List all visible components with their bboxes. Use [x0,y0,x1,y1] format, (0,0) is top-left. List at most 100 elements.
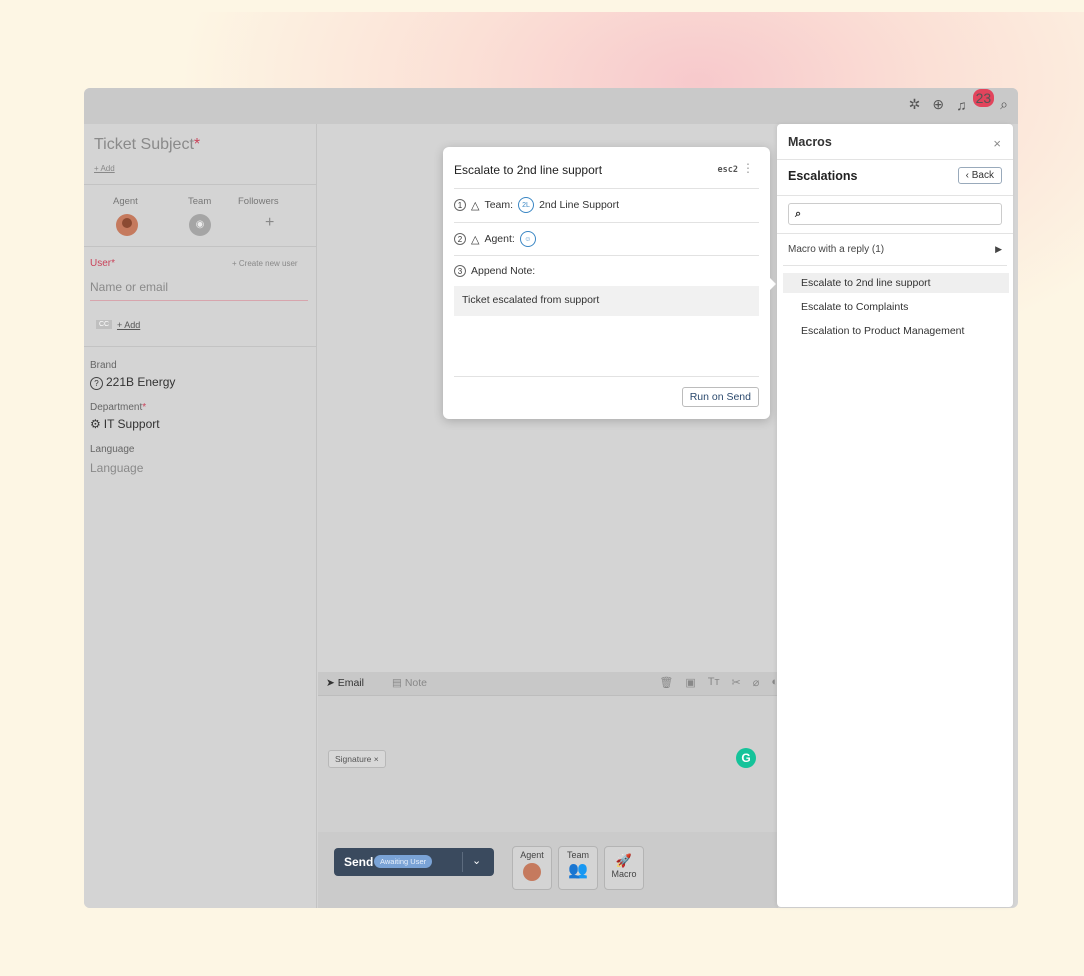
bell-icon[interactable]: ♫ 23 [956,88,995,113]
tab-email-label: Email [337,677,364,689]
close-icon[interactable]: × [993,136,1001,151]
section-title: Escalations [788,169,858,183]
agent-label: Agent [113,196,138,207]
rocket-icon: 🚀 [615,853,633,868]
language-label: Language [90,444,135,455]
team-label: Team [188,196,212,207]
divider [454,222,759,223]
note-icon: ▤ [392,677,405,689]
brand-name[interactable]: 221B Energy [106,375,175,389]
user-input-underline [90,300,308,301]
create-user-link[interactable]: + Create new user [232,259,298,268]
divider [84,184,317,185]
team-people-icon: 👥 [568,862,588,879]
add-follower-icon[interactable]: + [265,214,274,232]
agent-avatar[interactable] [116,214,138,236]
top-icons: ✲ ⊕ ♫ 23 ⌕ [909,88,1008,113]
step-number: 3 [454,265,466,277]
gear-icon: ⚙ [90,417,101,431]
run-on-send-button[interactable]: Run on Send [681,387,759,407]
chevron-down-icon[interactable]: ⌄ [472,854,481,867]
search-icon[interactable]: ⌕ [1000,96,1008,113]
notification-badge: 23 [972,88,995,107]
send-button[interactable]: Send Awaiting User ⌄ [334,848,494,876]
macro-step-note: 3 Append Note: [454,265,535,277]
macro-button[interactable]: 🚀 Macro [604,846,644,890]
department-value: ⚙ IT Support [90,417,160,431]
ticket-subject[interactable]: Ticket Subject* [94,136,200,154]
department-label: Department* [90,402,146,413]
trash-icon[interactable]: 🗑 [659,676,673,689]
department-label-text: Department [90,402,143,413]
macro-search-input[interactable]: ⌕ [788,203,1002,225]
send-plane-icon: ➤ [326,677,338,689]
language-input[interactable]: Language [90,461,143,475]
agent-assign-button[interactable]: Agent [512,846,552,890]
macro-shortcode: esc2 [717,165,738,175]
cc-icon: CC [96,320,113,329]
macro-group[interactable]: Macro with a reply (1) [788,244,884,255]
required-mark: * [193,136,201,153]
macros-title: Macros [788,135,832,149]
required-mark: * [142,402,147,413]
editor-toolbar: 🗑 ▣ Tт ✂ ⌀ ◐ [659,676,778,689]
step-number: 1 [454,199,466,211]
grammarly-icon[interactable]: G [736,748,756,768]
macro-preview-popup: Escalate to 2nd line support esc2 ⋮ 1 △ … [443,147,770,419]
user-input[interactable]: Name or email [90,280,168,294]
macro-item[interactable]: Escalate to Complaints [783,297,1009,317]
send-separator [462,852,463,872]
step-label: Append Note: [471,265,536,277]
text-format-icon[interactable]: Tт [708,676,720,689]
attachment-icon[interactable]: ⌀ [753,676,760,689]
divider [454,376,759,377]
department-name[interactable]: IT Support [104,417,160,431]
team-chip: 2L [518,197,535,213]
brand-label: Brand [90,360,117,371]
signature-tag[interactable]: Signature × [328,750,386,768]
note-text: Ticket escalated from support [454,286,759,316]
macro-step-agent: 2 △ Agent: ☺ [454,231,536,247]
required-mark: * [111,258,116,269]
tab-note[interactable]: ▤ Note [392,677,427,689]
divider [783,265,1007,266]
team-assign-button[interactable]: Team 👥 [558,846,598,890]
user-label-text: User [90,258,112,269]
sparkle-icon[interactable]: ✲ [909,96,921,113]
back-button[interactable]: ‹ Back [957,167,1002,184]
popup-title: Escalate to 2nd line support [454,163,603,177]
macro-item[interactable]: Escalation to Product Management [783,321,1009,341]
macros-panel: Macros × Escalations ‹ Back ⌕ Macro with… [777,124,1013,907]
macro-step-team: 1 △ Team: 2L 2nd Line Support [454,197,619,213]
status-badge: Awaiting User [374,855,433,868]
step-label: Agent: [484,233,515,245]
subject-label: Ticket Subject [94,136,194,153]
send-label: Send [344,855,374,869]
back-label: Back [971,170,994,181]
editor-tabs: ➤ Email ▤ Note 🗑 ▣ Tт ✂ ⌀ ◐ [318,672,778,696]
agent-user-icon: ☺ [519,231,536,247]
search-icon: ⌕ [795,208,802,220]
divider [777,159,1013,160]
add-subject-link[interactable]: + Add [94,164,115,173]
timer-icon[interactable]: ⊕ [932,96,944,113]
ticket-sidebar: Ticket Subject* + Add Agent Team Followe… [84,124,317,908]
bottom-action-bar: Send Awaiting User ⌄ Agent Team 👥 🚀 Macro [318,832,778,908]
divider [777,233,1013,234]
team-button-label: Team [566,850,589,860]
macro-item[interactable]: Escalate to 2nd line support [783,273,1009,293]
divider [84,346,317,347]
more-options-icon[interactable]: ⋮ [742,161,754,175]
scissors-icon[interactable]: ✂ [732,676,741,689]
divider [777,195,1013,196]
macro-button-label: Macro [611,869,637,879]
triangle-icon: △ [471,233,480,246]
cc-add-link[interactable]: + Add [117,320,140,330]
team-icon[interactable]: ◉ [189,214,211,236]
step-label: Team: [484,199,514,211]
cc-toggle-icon[interactable]: ▣ [685,676,695,689]
caret-right-icon[interactable]: ▶ [995,244,1002,255]
tab-email[interactable]: ➤ Email [326,677,364,689]
divider [454,188,759,189]
divider [454,255,759,256]
